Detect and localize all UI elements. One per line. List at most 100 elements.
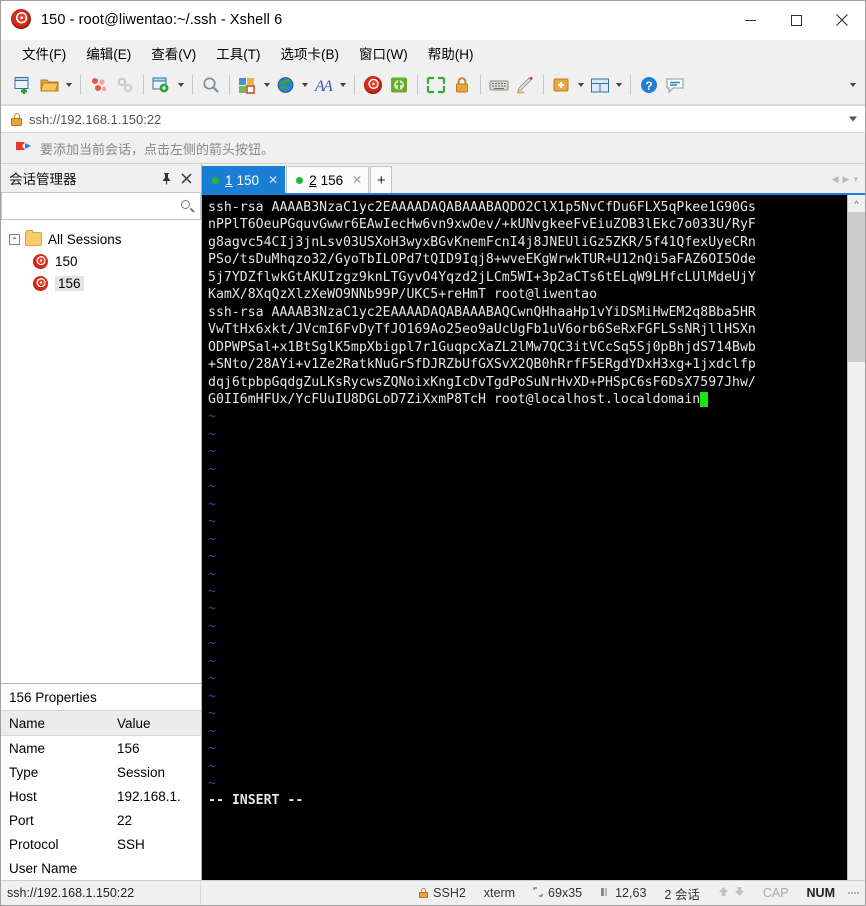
toolbar: A A ? xyxy=(1,66,865,105)
file-transfer-dropdown-icon[interactable] xyxy=(261,72,273,98)
tab-150[interactable]: 1 150 ✕ xyxy=(202,166,286,193)
session-manager-icon[interactable] xyxy=(86,72,112,98)
font-icon[interactable]: A A xyxy=(311,72,337,98)
xftp-icon[interactable] xyxy=(386,72,412,98)
screen-size-icon xyxy=(533,886,543,900)
terminal-empty-line-marker: ~ xyxy=(208,426,216,442)
scrollbar-track[interactable] xyxy=(848,212,865,880)
globe-dropdown-icon[interactable] xyxy=(299,72,311,98)
tab-close-icon[interactable]: ✕ xyxy=(268,173,278,187)
toolbar-separator xyxy=(229,75,230,95)
close-icon[interactable] xyxy=(177,168,195,188)
minimize-button[interactable] xyxy=(727,1,773,39)
session-manager-panel: 会话管理器 - All Sessions 150 156 156 Propert… xyxy=(1,164,202,880)
table-row[interactable]: Name 156 xyxy=(1,736,201,760)
lock-icon xyxy=(11,112,22,126)
tree-item-150[interactable]: 150 xyxy=(1,250,201,272)
terminal-mode-line: -- INSERT -- xyxy=(208,793,304,809)
terminal-empty-line-marker: ~ xyxy=(208,566,216,582)
scrollbar-thumb[interactable] xyxy=(848,212,865,362)
table-row[interactable]: Type Session xyxy=(1,760,201,784)
new-tab-button[interactable]: + xyxy=(370,166,393,193)
session-manager-header: 会话管理器 xyxy=(1,164,201,192)
file-transfer-icon[interactable] xyxy=(235,72,261,98)
menu-view[interactable]: 查看(V) xyxy=(142,39,205,67)
address-bar[interactable]: ssh://192.168.1.150:22 xyxy=(1,105,865,133)
scroll-up-icon[interactable]: ^ xyxy=(848,195,865,212)
terminal-empty-line-marker: ~ xyxy=(208,409,216,425)
maximize-button[interactable] xyxy=(773,1,819,39)
svg-text:A: A xyxy=(322,78,333,94)
terminal-line: G0II6mHFUx/YcFUuIU8DGLoD7ZiXxmP8TcH root… xyxy=(208,391,847,408)
tab-156[interactable]: 2 156 ✕ xyxy=(286,166,370,193)
status-cursor: 12,63 xyxy=(591,881,655,905)
find-icon[interactable] xyxy=(198,72,224,98)
layout-dropdown-icon[interactable] xyxy=(613,72,625,98)
link-chain-icon[interactable] xyxy=(112,72,138,98)
session-manager-title: 会话管理器 xyxy=(9,172,77,187)
font-dropdown-icon[interactable] xyxy=(337,72,349,98)
tab-label: 156 xyxy=(320,172,344,188)
add-session-dropdown-icon[interactable] xyxy=(575,72,587,98)
session-icon xyxy=(30,273,51,293)
lock-icon[interactable] xyxy=(449,72,475,98)
terminal-scrollbar[interactable]: ^ xyxy=(847,195,865,880)
menu-help[interactable]: 帮助(H) xyxy=(419,39,483,67)
status-protocol: SSH2 xyxy=(410,881,475,905)
tab-next-icon[interactable]: ▶ xyxy=(843,174,850,185)
terminal-screen[interactable]: ssh-rsa AAAAB3NzaC1yc2EAAAADAQABAAABAQDO… xyxy=(202,195,847,880)
menu-window[interactable]: 窗口(W) xyxy=(350,39,417,67)
tab-close-icon[interactable]: ✕ xyxy=(352,173,362,187)
address-dropdown-icon[interactable] xyxy=(849,116,857,122)
globe-icon[interactable] xyxy=(273,72,299,98)
download-arrow-icon xyxy=(734,886,745,900)
table-row[interactable]: Host 192.168.1. xyxy=(1,784,201,808)
search-icon[interactable] xyxy=(181,199,195,213)
add-session-icon[interactable] xyxy=(549,72,575,98)
toolbar-overflow-button[interactable] xyxy=(847,66,859,104)
highlight-pen-icon[interactable] xyxy=(512,72,538,98)
status-caps-lock: CAP xyxy=(762,886,789,900)
tree-item-label: 150 xyxy=(55,253,78,269)
terminal-wrap: ssh-rsa AAAAB3NzaC1yc2EAAAADAQABAAABAQDO… xyxy=(202,195,865,880)
open-folder-dropdown-icon[interactable] xyxy=(63,72,75,98)
pin-icon[interactable] xyxy=(157,168,175,188)
tree-root-all-sessions[interactable]: - All Sessions xyxy=(1,228,201,250)
resize-grip[interactable] xyxy=(844,892,859,894)
toolbar-separator xyxy=(192,75,193,95)
open-folder-icon[interactable] xyxy=(37,72,63,98)
help-icon[interactable]: ? xyxy=(636,72,662,98)
session-properties-dropdown-icon[interactable] xyxy=(175,72,187,98)
chat-icon[interactable] xyxy=(662,72,688,98)
folder-icon xyxy=(25,230,42,246)
session-search-input[interactable] xyxy=(1,192,201,220)
xshell-swirl-icon[interactable] xyxy=(360,72,386,98)
upload-arrow-icon xyxy=(718,886,729,900)
chevron-down-icon[interactable] xyxy=(847,72,859,98)
tab-prev-icon[interactable]: ◀ xyxy=(832,174,839,185)
status-size-label: 69x35 xyxy=(548,886,583,900)
menu-tab[interactable]: 选项卡(B) xyxy=(272,39,349,67)
terminal-line: VwTtHx6xkt/JVcmI6FvDyTfJO169Ao25eo9aUcUg… xyxy=(208,322,756,338)
layout-icon[interactable] xyxy=(587,72,613,98)
table-row[interactable]: User Name xyxy=(1,856,201,880)
property-value: 156 xyxy=(117,740,140,756)
menu-tools[interactable]: 工具(T) xyxy=(207,39,269,67)
tree-root-label: All Sessions xyxy=(48,231,122,247)
session-properties-icon[interactable] xyxy=(149,72,175,98)
keyboard-icon[interactable] xyxy=(486,72,512,98)
address-input[interactable]: ssh://192.168.1.150:22 xyxy=(29,112,161,127)
table-row[interactable]: Protocol SSH xyxy=(1,832,201,856)
tab-label: 150 xyxy=(236,172,260,188)
close-button[interactable] xyxy=(819,1,865,39)
menu-file[interactable]: 文件(F) xyxy=(13,39,75,67)
new-file-icon[interactable] xyxy=(11,72,37,98)
tab-list-icon[interactable]: ▾ xyxy=(853,174,858,185)
fullscreen-icon[interactable] xyxy=(423,72,449,98)
table-row[interactable]: Port 22 xyxy=(1,808,201,832)
session-tree[interactable]: - All Sessions 150 156 xyxy=(1,220,201,683)
tree-item-156[interactable]: 156 xyxy=(1,272,201,294)
terminal-line: nPPlT6OeuPGquvGwwr6EAwIecHw6vn9xwOev/+kU… xyxy=(208,217,756,233)
menu-edit[interactable]: 编辑(E) xyxy=(77,39,140,67)
expander-icon[interactable]: - xyxy=(9,233,20,245)
